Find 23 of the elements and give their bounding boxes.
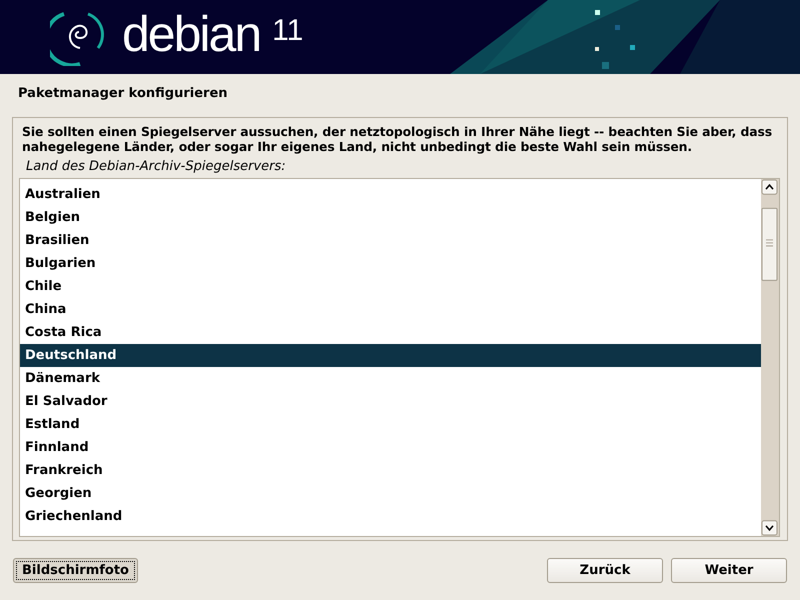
country-item[interactable]: Estland bbox=[20, 413, 761, 436]
page-title: Paketmanager konfigurieren bbox=[17, 85, 229, 103]
country-item[interactable]: Deutschland bbox=[20, 344, 761, 367]
country-item[interactable]: Georgien bbox=[20, 482, 761, 505]
country-item[interactable]: Australien bbox=[20, 183, 761, 206]
description-text: Sie sollten einen Spiegelserver aussuchen, der netztopologisch in Ihrer Nähe liegt -- beachten Sie aber, dass nahegelegene Länder, oder sogar Ihr eigenes Land, nicht unbedingt die beste Wahl sein müssen. bbox=[22, 124, 774, 154]
country-item[interactable]: China bbox=[20, 298, 761, 321]
country-item[interactable]: Dänemark bbox=[20, 367, 761, 390]
action-button[interactable]: Weiter bbox=[671, 558, 787, 583]
version-number: 11 bbox=[272, 16, 304, 46]
country-item[interactable]: Finnland bbox=[20, 436, 761, 459]
country-item[interactable]: Chile bbox=[20, 275, 761, 298]
country-item[interactable]: El Salvador bbox=[20, 390, 761, 413]
country-item[interactable]: Belgien bbox=[20, 206, 761, 229]
brand-name: debian bbox=[122, 9, 260, 59]
country-item[interactable]: Frankreich bbox=[20, 459, 761, 482]
action-button[interactable]: Bildschirmfoto bbox=[13, 558, 138, 583]
country-item[interactable]: Brasilien bbox=[20, 229, 761, 252]
country-item[interactable]: Bulgarien bbox=[20, 252, 761, 275]
country-item[interactable]: Griechenland bbox=[20, 505, 761, 528]
action-button[interactable]: Zurück bbox=[547, 558, 663, 583]
list-label: Land des Debian-Archiv-Spiegelservers: bbox=[25, 158, 287, 176]
country-item[interactable]: Costa Rica bbox=[20, 321, 761, 344]
